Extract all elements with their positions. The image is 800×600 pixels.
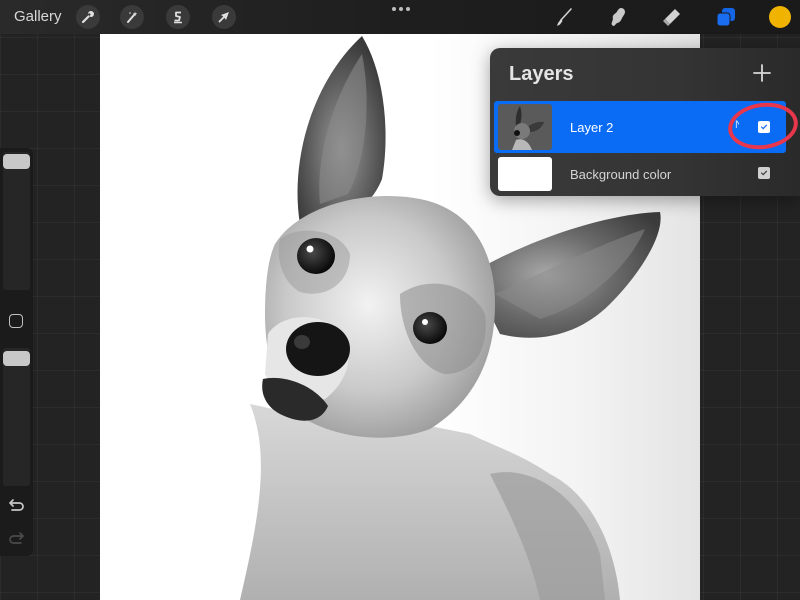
selection-button[interactable] (166, 5, 190, 29)
wrench-icon (81, 11, 94, 24)
left-sidebar (0, 148, 33, 556)
transform-button[interactable] (212, 5, 236, 29)
layer-row-layer-2[interactable]: Layer 2 N (494, 101, 786, 153)
brush-icon (557, 8, 572, 26)
brush-size-thumb[interactable] (3, 154, 30, 169)
gallery-button[interactable]: Gallery (14, 8, 62, 25)
actions-button[interactable] (76, 5, 100, 29)
brush-size-slider[interactable] (3, 152, 30, 290)
selection-s-icon (174, 11, 182, 24)
magic-wand-icon (127, 11, 138, 23)
brush-opacity-slider[interactable] (3, 348, 30, 486)
smudge-finger-icon (611, 8, 626, 26)
dog-left-eye (297, 238, 335, 274)
layer-thumbnail (498, 104, 552, 150)
layers-icon (716, 8, 735, 27)
dog-right-eye (413, 312, 447, 344)
layer-name: Background color (570, 167, 672, 182)
adjustments-button[interactable] (120, 5, 144, 29)
layer-row-background-color[interactable]: Background color (494, 155, 786, 195)
brush-tool-button[interactable] (551, 5, 577, 29)
square-modify-icon[interactable] (9, 314, 23, 328)
eraser-tool-button[interactable] (658, 5, 684, 29)
dog-nose (286, 322, 350, 376)
layer-name: Layer 2 (570, 120, 614, 135)
layer-visibility-checkbox[interactable] (758, 167, 770, 179)
more-options-button[interactable] (392, 7, 410, 11)
more-dots-icon (392, 7, 396, 11)
color-picker-button[interactable] (769, 6, 791, 28)
arrow-cursor-icon (218, 12, 229, 23)
blend-mode-indicator[interactable]: N (735, 119, 739, 131)
layer-visibility-checkbox[interactable] (758, 121, 770, 133)
smudge-tool-button[interactable] (605, 5, 631, 29)
checkmark-icon (760, 124, 768, 130)
top-toolbar: Gallery (0, 0, 800, 34)
undo-icon[interactable] (8, 497, 25, 512)
brush-opacity-thumb[interactable] (3, 351, 30, 366)
redo-icon[interactable] (8, 530, 25, 545)
plus-icon[interactable] (752, 63, 772, 83)
layers-tool-button[interactable] (713, 5, 739, 29)
layers-panel: Layers Layer 2 N Background color (490, 48, 800, 196)
layers-panel-title: Layers (509, 63, 574, 85)
eraser-icon (663, 9, 680, 26)
background-color-swatch (498, 157, 552, 191)
checkmark-icon (760, 170, 768, 176)
